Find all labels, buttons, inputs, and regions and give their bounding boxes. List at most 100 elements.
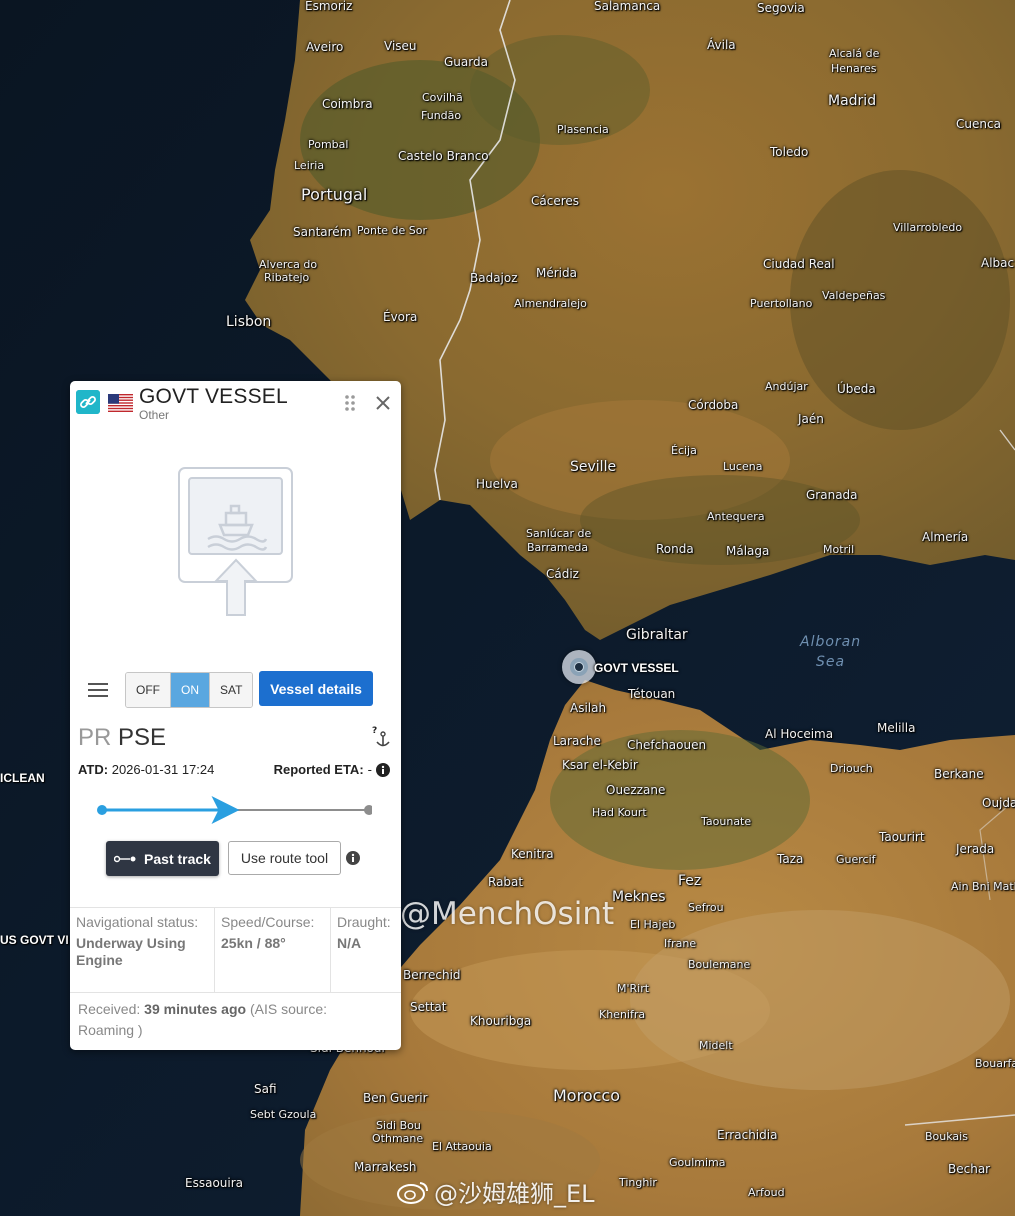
drag-handle-icon[interactable] [344,394,356,412]
info-icon[interactable] [376,762,390,777]
watermark-weibo-text: @沙姆雄狮_EL [434,1180,595,1208]
draught-label: Draught: [337,914,391,930]
eta-value: - [367,762,372,777]
place-label: Andújar [765,380,808,393]
place-label: Arfoud [748,1186,785,1199]
place-label: Esmoriz [305,0,353,13]
place-label: Kenitra [511,847,554,861]
place-label: Úbeda [837,382,876,396]
sea-label: Alboran Sea [800,632,861,673]
place-label: Boukais [925,1130,968,1143]
place-label: Madrid [828,93,877,109]
place-label: Albac [981,256,1015,270]
vessel-label-edge[interactable]: US GOVT VI [0,933,69,947]
place-label: Jaén [798,412,824,426]
place-label: Midelt [699,1039,733,1052]
place-label: Cuenca [956,117,1001,131]
place-label: Córdoba [688,398,739,412]
place-label: Plasencia [557,123,609,136]
route-tool-button[interactable]: Use route tool [228,841,341,875]
place-label: Motril [823,543,855,556]
place-label: Sidi Bou [376,1119,421,1132]
departure-port: PR PSE [78,724,166,752]
place-label: Cádiz [546,567,579,581]
vessel-stats-grid: Navigational status: Underway Using Engi… [70,907,401,993]
place-label: Henares [831,62,877,75]
close-icon[interactable] [374,394,392,412]
place-label: Rabat [488,875,524,889]
navigational-status-cell: Navigational status: Underway Using Engi… [70,908,215,992]
place-label: Chefchaouen [627,738,707,752]
place-label: Castelo Branco [398,149,489,163]
place-label: Huelva [476,477,518,491]
place-label: Toledo [770,145,809,159]
place-label: Covilhã [422,91,463,104]
place-label: Ain Bni Mathar [951,880,1015,893]
place-label: Ifrane [664,937,697,950]
place-label: Ksar el-Kebir [562,758,638,772]
place-label: Almería [922,530,969,544]
place-label: Settat [410,1000,447,1014]
place-label: Sebt Gzoula [250,1108,317,1121]
place-label: Málaga [726,544,770,558]
place-label: Taourirt [879,830,925,844]
place-label: Marrakesh [354,1160,417,1174]
place-label: Ronda [656,542,694,556]
toggle-on[interactable]: ON [171,673,210,707]
place-label: Évora [383,310,418,324]
place-label: Ponte de Sor [357,224,428,237]
place-label: Taza [777,852,804,866]
vessel-photo-placeholder[interactable] [178,467,294,619]
place-label: Puertollano [750,297,813,310]
place-label: Bouarfa [975,1057,1015,1070]
place-label: Morocco [553,1086,620,1105]
place-label: El Attaouia [432,1140,492,1153]
map-mode-toggle: OFF ON SAT [125,672,254,708]
place-label: Fundão [421,109,462,122]
place-label: Driouch [830,762,873,775]
place-label: Cáceres [531,194,580,208]
place-label: Jerada [956,842,995,856]
menu-icon[interactable] [88,683,108,697]
toggle-off[interactable]: OFF [126,673,171,707]
place-label: Meknes [612,889,666,905]
place-label: Antequera [707,510,765,523]
received-label: Received: [78,1001,141,1017]
info-icon[interactable] [346,851,360,865]
place-label: Melilla [877,721,916,735]
navigational-status-value: Underway Using Engine [76,934,186,969]
place-label: Seville [570,459,617,475]
received-info: Received: 39 minutes ago (AIS source: Ro… [78,999,378,1041]
place-label: Tinghir [619,1176,657,1189]
place-label: Segovia [757,1,805,15]
place-label: Errachidia [717,1128,778,1142]
place-label: Ouezzane [606,783,666,797]
speed-course-cell: Speed/Course: 25kn / 88° [215,908,331,992]
vessel-label-edge[interactable]: ICLEAN [0,771,45,785]
origin-dot [97,805,107,815]
navigational-status-label: Navigational status: [76,914,199,930]
vessel-info-panel: GOVT VESSEL Other OFF ON SAT Vessel deta… [70,381,401,1050]
toggle-sat[interactable]: SAT [210,673,253,707]
place-label: Fez [678,873,702,889]
watermark-weibo: @沙姆雄狮_EL [396,1174,595,1209]
place-label: Al Hoceima [765,727,834,741]
atd: ATD: 2026-01-31 17:24 [78,762,214,777]
anchor-help-icon[interactable]: ? [372,725,392,749]
vessel-marker-label[interactable]: GOVT VESSEL [594,661,679,675]
destination-dot [364,805,372,815]
received-value: 39 minutes ago [144,1001,247,1017]
place-label: Essaouira [185,1176,244,1190]
place-label: Ben Guerir [363,1091,428,1105]
place-label: Sanlúcar de [526,527,592,540]
vessel-marker[interactable] [562,650,596,684]
departure-port-name[interactable]: PSE [118,724,166,751]
place-label: Portugal [301,185,368,204]
speed-course-label: Speed/Course: [221,914,315,930]
link-icon[interactable] [76,390,100,414]
vessel-details-button[interactable]: Vessel details [259,671,373,706]
place-label: Santarém [293,225,352,239]
place-label: Berrechid [403,968,461,982]
us-flag-icon [108,394,133,412]
past-track-button[interactable]: Past track [106,841,219,876]
